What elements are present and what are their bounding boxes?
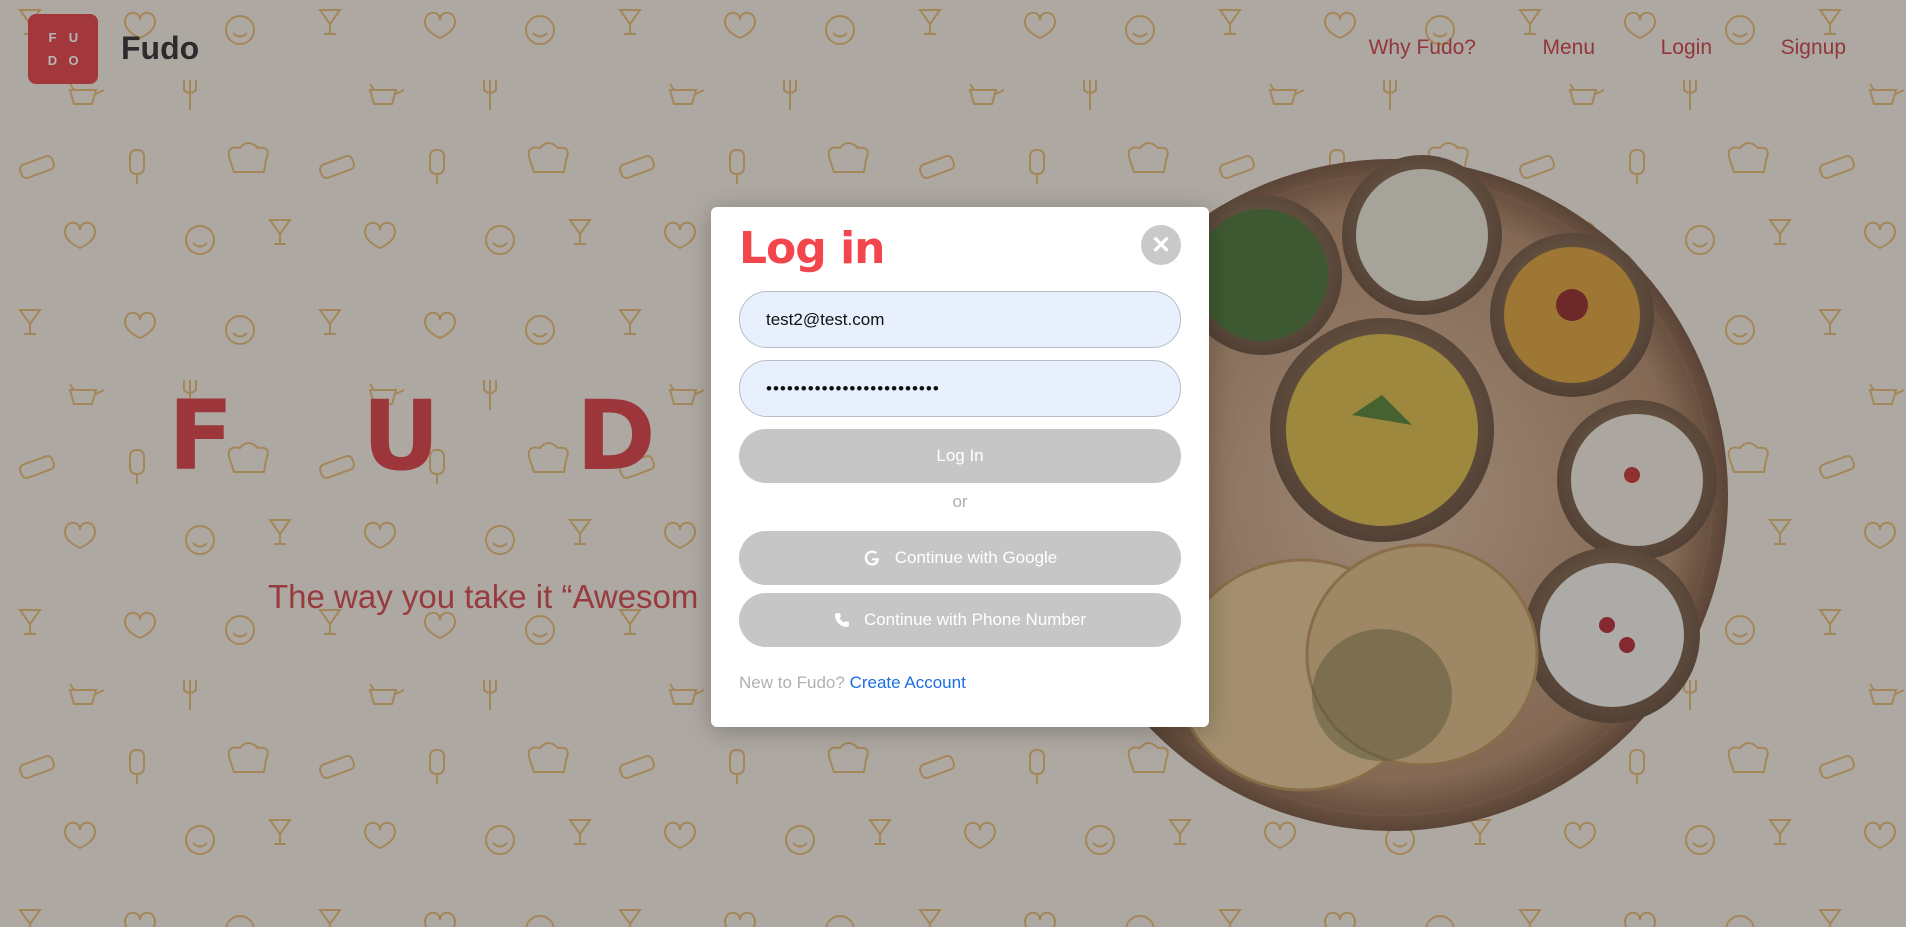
login-button-label: Log In	[936, 446, 984, 465]
close-icon: ✕	[1150, 231, 1172, 259]
phone-button-label: Continue with Phone Number	[863, 610, 1087, 629]
phone-icon	[834, 612, 850, 628]
google-login-button[interactable]: Continue with Google	[739, 531, 1181, 585]
close-button[interactable]: ✕	[1141, 225, 1181, 265]
password-field[interactable]	[739, 360, 1181, 417]
phone-login-button[interactable]: Continue with Phone Number	[739, 593, 1181, 647]
signup-prompt: New to Fudo? Create Account	[739, 673, 966, 693]
create-account-link[interactable]: Create Account	[850, 673, 966, 692]
login-button[interactable]: Log In	[739, 429, 1181, 483]
login-modal: Log in ✕ Log In or Continue with Google …	[711, 207, 1209, 727]
signup-prompt-text: New to Fudo?	[739, 673, 845, 692]
google-button-label: Continue with Google	[894, 548, 1058, 567]
email-field[interactable]	[739, 291, 1181, 348]
or-divider: or	[952, 492, 968, 511]
modal-title: Log in	[739, 223, 885, 274]
google-icon	[863, 549, 881, 567]
